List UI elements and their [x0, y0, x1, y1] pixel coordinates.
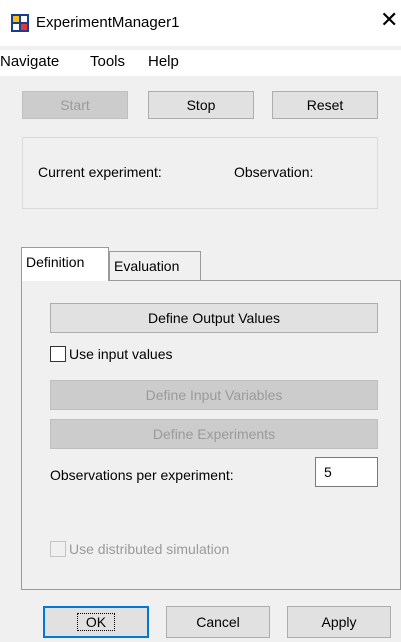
menu-navigate[interactable]: Navigate: [0, 53, 59, 70]
ok-button-label: OK: [76, 613, 116, 631]
title-bar: ExperimentManager1 ✕: [0, 0, 401, 46]
tab-definition[interactable]: Definition: [21, 247, 109, 281]
close-icon[interactable]: ✕: [380, 9, 398, 31]
start-button[interactable]: Start: [22, 91, 128, 119]
use-distributed-simulation-label: Use distributed simulation: [69, 541, 230, 557]
use-input-values-checkbox[interactable]: [50, 346, 66, 362]
define-output-values-button[interactable]: Define Output Values: [50, 303, 378, 333]
experiment-manager-icon: [11, 14, 29, 32]
observation-label: Observation:: [234, 164, 314, 180]
menu-tools[interactable]: Tools: [90, 53, 125, 70]
menu-help[interactable]: Help: [148, 53, 179, 70]
reset-button[interactable]: Reset: [272, 91, 378, 119]
observations-per-experiment-label: Observations per experiment:: [50, 467, 234, 483]
define-input-variables-button[interactable]: Define Input Variables: [50, 380, 378, 410]
ok-button[interactable]: OK: [43, 606, 149, 638]
stop-button[interactable]: Stop: [148, 91, 254, 119]
apply-button[interactable]: Apply: [287, 606, 391, 638]
window-title: ExperimentManager1: [36, 14, 180, 31]
define-experiments-button[interactable]: Define Experiments: [50, 419, 378, 449]
cancel-button[interactable]: Cancel: [166, 606, 270, 638]
use-distributed-simulation-checkbox[interactable]: [50, 541, 66, 557]
tab-evaluation[interactable]: Evaluation: [109, 251, 201, 281]
use-input-values-label: Use input values: [69, 346, 173, 362]
menu-bar: Navigate Tools Help: [0, 50, 401, 76]
observations-input[interactable]: [315, 457, 378, 487]
current-experiment-label: Current experiment:: [38, 164, 162, 180]
